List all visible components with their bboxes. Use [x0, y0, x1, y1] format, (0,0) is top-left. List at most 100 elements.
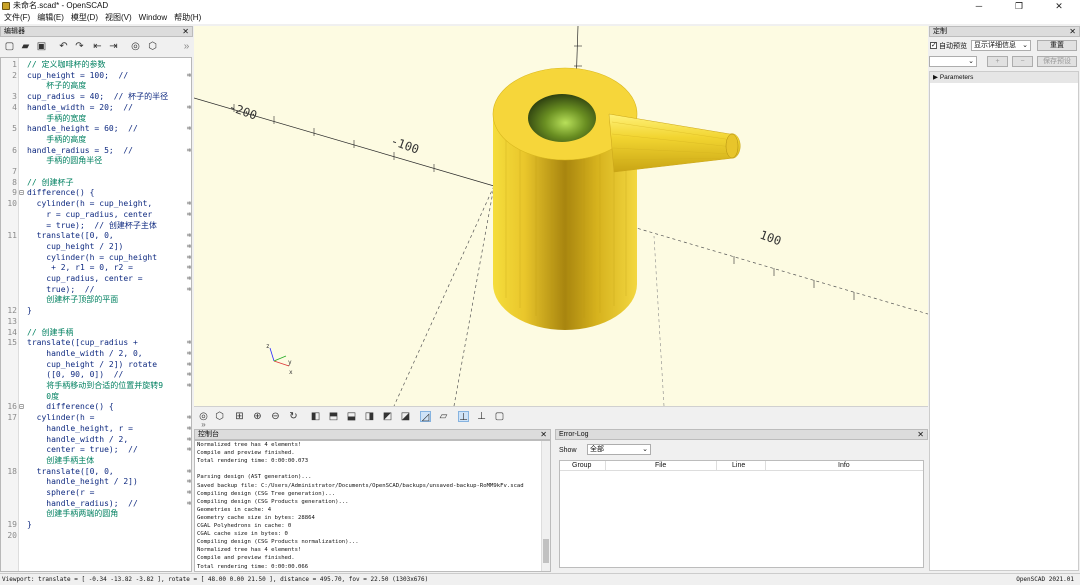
- preview-icon[interactable]: ◎: [130, 41, 141, 52]
- code-line[interactable]: 2 cup_height = 100; // ⇉: [1, 70, 191, 81]
- code-line[interactable]: = true); // 创建杯子主体: [1, 220, 191, 231]
- save-file-icon[interactable]: ▣: [36, 41, 47, 52]
- orthogonal-icon[interactable]: ▱: [438, 411, 449, 422]
- show-filter-select[interactable]: 全部 ⌄: [587, 444, 651, 455]
- code-line[interactable]: 创建杯子顶部的平面: [1, 294, 191, 305]
- maximize-button[interactable]: ❐: [1004, 0, 1034, 12]
- code-line[interactable]: 8 // 创建杯子: [1, 177, 191, 188]
- scale-markers-icon[interactable]: ⊥: [476, 411, 487, 422]
- code-line[interactable]: 18 translate([0, 0, ⇉: [1, 466, 191, 477]
- code-line[interactable]: 9 ⊟ difference() {: [1, 187, 191, 198]
- code-line[interactable]: cup_height / 2]) rotate ⇉: [1, 359, 191, 370]
- open-file-icon[interactable]: ▰: [20, 41, 31, 52]
- code-line[interactable]: 10 cylinder(h = cup_height, ⇉: [1, 198, 191, 209]
- close-window-button[interactable]: ✕: [1044, 0, 1074, 12]
- code-line[interactable]: 15 translate([cup_radius + ⇉: [1, 337, 191, 348]
- fold-marker-icon[interactable]: ⊟: [19, 401, 25, 412]
- code-line[interactable]: handle_width / 2, ⇉: [1, 434, 191, 445]
- code-line[interactable]: center = true); // ⇉: [1, 444, 191, 455]
- menu-help[interactable]: 帮助(H): [174, 12, 201, 24]
- code-line[interactable]: 创建手柄主体: [1, 455, 191, 466]
- menu-file[interactable]: 文件(F): [4, 12, 30, 24]
- 3d-viewport[interactable]: -200 -100 100 z y x: [194, 26, 928, 406]
- column-group[interactable]: Group: [572, 461, 592, 471]
- code-line[interactable]: true); // ⇉: [1, 284, 191, 295]
- view-all-icon[interactable]: ⊞: [234, 411, 245, 422]
- code-line[interactable]: 11 translate([0, 0, ⇉: [1, 230, 191, 241]
- undo-icon[interactable]: ↶: [58, 41, 69, 52]
- menu-window[interactable]: Window: [139, 12, 167, 24]
- code-line[interactable]: 7: [1, 166, 191, 177]
- code-line[interactable]: 3 cup_radius = 40; // 杯子的半径: [1, 91, 191, 102]
- code-line[interactable]: handle_radius); // ⇉: [1, 498, 191, 509]
- code-line[interactable]: 12}: [1, 305, 191, 316]
- zoom-in-icon[interactable]: ⊕: [252, 411, 263, 422]
- save-preset-button[interactable]: 保存预设: [1037, 56, 1077, 67]
- code-line[interactable]: 杯子的高度: [1, 80, 191, 91]
- view-top-icon[interactable]: ⬒: [328, 411, 339, 422]
- code-line[interactable]: 手柄的圆角半径: [1, 155, 191, 166]
- unindent-icon[interactable]: ⇤: [92, 41, 103, 52]
- parameters-tree[interactable]: ▶ Parameters: [929, 71, 1079, 571]
- code-line[interactable]: 1 // 定义咖啡杯的参数: [1, 59, 191, 70]
- code-editor[interactable]: 1 // 定义咖啡杯的参数 2 cup_height = 100; // ⇉ 杯子的高度…: [0, 57, 192, 572]
- code-line[interactable]: 17 cylinder(h = ⇉: [1, 412, 191, 423]
- perspective-icon[interactable]: ◿: [420, 411, 431, 423]
- code-line[interactable]: 6 handle_radius = 5; // ⇉: [1, 145, 191, 156]
- remove-preset-button[interactable]: −: [1012, 56, 1033, 67]
- add-preset-button[interactable]: +: [987, 56, 1008, 67]
- render-icon[interactable]: ⬡: [147, 41, 158, 52]
- code-line[interactable]: 14 // 创建手柄: [1, 327, 191, 338]
- code-line[interactable]: + 2, r1 = 0, r2 = ⇉: [1, 262, 191, 273]
- reset-view-icon[interactable]: ↻: [288, 411, 299, 422]
- code-line[interactable]: 13: [1, 316, 191, 327]
- console-close-icon[interactable]: ✕: [540, 430, 547, 439]
- minimize-button[interactable]: ─: [964, 0, 994, 12]
- indent-icon[interactable]: ⇥: [108, 41, 119, 52]
- new-file-icon[interactable]: ▢: [4, 41, 15, 52]
- code-line[interactable]: 5 handle_height = 60; // ⇉: [1, 123, 191, 134]
- render-view-icon[interactable]: ⬡: [214, 411, 225, 422]
- code-line[interactable]: handle_width / 2, 0, ⇉: [1, 348, 191, 359]
- detail-level-select[interactable]: 显示详细信息 ⌄: [971, 40, 1031, 51]
- show-edges-icon[interactable]: ▢: [494, 411, 505, 422]
- console-scrollbar[interactable]: [541, 441, 550, 571]
- code-line[interactable]: sphere(r = ⇉: [1, 487, 191, 498]
- code-line[interactable]: 0度: [1, 391, 191, 402]
- column-file[interactable]: File: [655, 461, 675, 471]
- code-line[interactable]: handle_height / 2]) ⇉: [1, 476, 191, 487]
- parameters-group[interactable]: ▶ Parameters: [930, 72, 1078, 83]
- show-axes-icon[interactable]: ⊥: [458, 411, 469, 423]
- menu-design[interactable]: 模型(D): [71, 12, 98, 24]
- reset-button[interactable]: 重置: [1037, 40, 1077, 51]
- console-output[interactable]: Normalized tree has 4 elements! Compile a…: [194, 440, 551, 572]
- error-log-table[interactable]: Group File Line Info: [559, 460, 924, 568]
- console-scroll-thumb[interactable]: [543, 539, 549, 563]
- menu-edit[interactable]: 编辑(E): [37, 12, 64, 24]
- code-line[interactable]: 20: [1, 530, 191, 541]
- code-line[interactable]: cup_radius, center = ⇉: [1, 273, 191, 284]
- viewport-canvas[interactable]: -200 -100 100 z y x: [194, 26, 928, 406]
- editor-close-icon[interactable]: ✕: [182, 27, 189, 36]
- menu-view[interactable]: 视图(V): [105, 12, 132, 24]
- code-line[interactable]: handle_height, r = ⇉: [1, 423, 191, 434]
- fold-marker-icon[interactable]: ⊟: [19, 187, 25, 198]
- customizer-close-icon[interactable]: ✕: [1069, 27, 1076, 36]
- code-line[interactable]: 手柄的宽度: [1, 113, 191, 124]
- zoom-out-icon[interactable]: ⊖: [270, 411, 281, 422]
- view-left-icon[interactable]: ◨: [364, 411, 375, 422]
- code-line[interactable]: 19}: [1, 519, 191, 530]
- code-line[interactable]: 16 ⊟ difference() {: [1, 401, 191, 412]
- auto-preview-checkbox[interactable]: ✓: [930, 42, 937, 49]
- view-back-icon[interactable]: ◪: [400, 411, 411, 422]
- redo-icon[interactable]: ↷: [74, 41, 85, 52]
- column-info[interactable]: Info: [838, 461, 858, 471]
- code-line[interactable]: 4 handle_width = 20; // ⇉: [1, 102, 191, 113]
- code-line[interactable]: cylinder(h = cup_height ⇉: [1, 252, 191, 263]
- view-front-icon[interactable]: ◩: [382, 411, 393, 422]
- code-line[interactable]: r = cup_radius, center ⇉: [1, 209, 191, 220]
- code-line[interactable]: 手柄的高度: [1, 134, 191, 145]
- code-line[interactable]: cup_height / 2]) ⇉: [1, 241, 191, 252]
- view-right-icon[interactable]: ◧: [310, 411, 321, 422]
- toolbar-overflow-icon[interactable]: »: [181, 41, 192, 52]
